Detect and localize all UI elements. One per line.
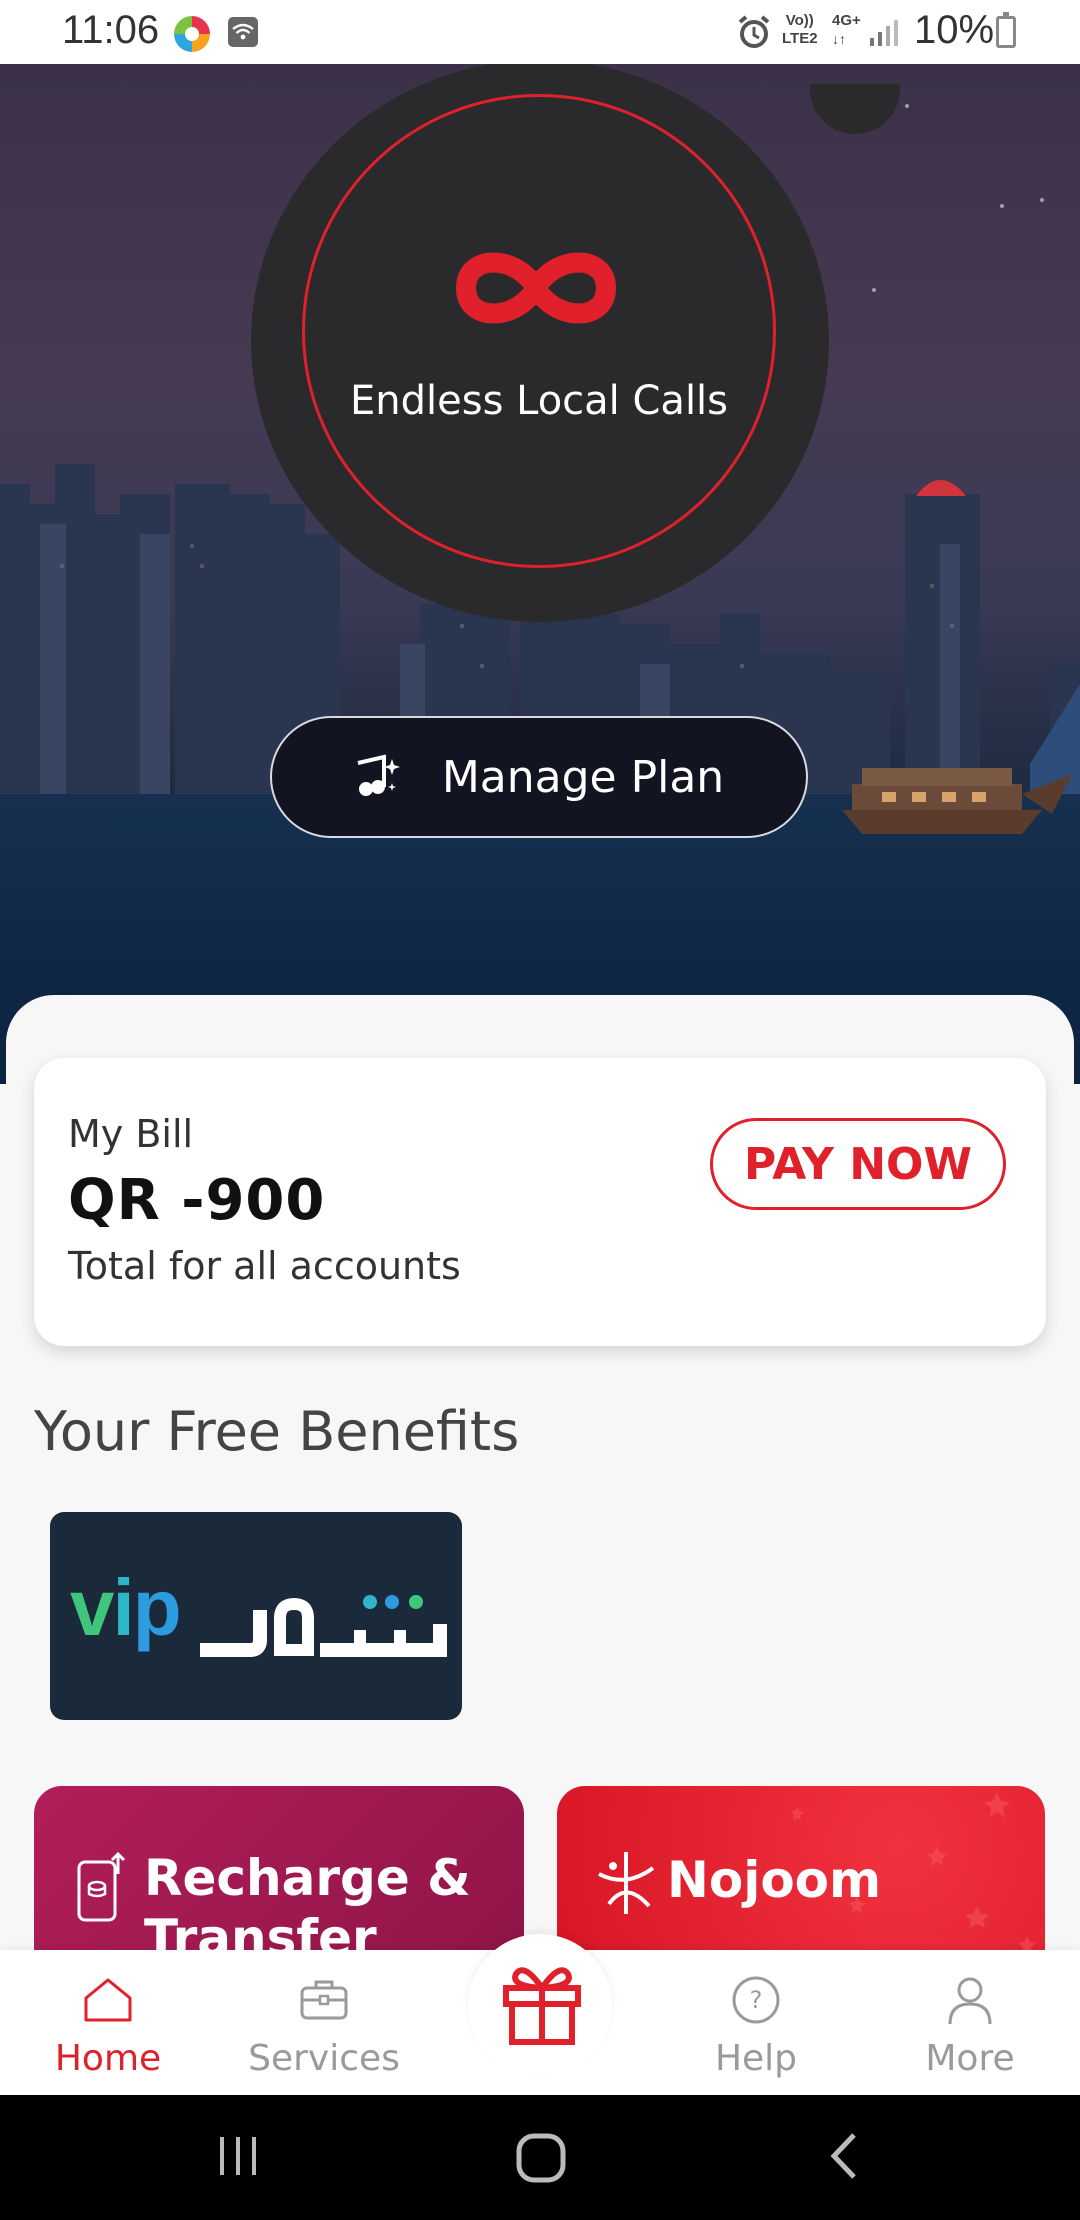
nav-help[interactable]: ? Help <box>656 1950 856 2095</box>
back-icon[interactable] <box>820 2131 870 2181</box>
bill-subtitle: Total for all accounts <box>68 1244 461 1288</box>
shahid-vip-logo: vip <box>70 1563 182 1652</box>
bill-card[interactable]: My Bill QR -900 Total for all accounts P… <box>34 1058 1046 1346</box>
nav-services[interactable]: Services <box>224 1950 424 2095</box>
pay-now-button[interactable]: PAY NOW <box>710 1118 1006 1210</box>
infinity-icon <box>455 252 617 324</box>
status-bar: 11:06 Vo)) LTE2 4G+ ↓↑ 10% <box>0 0 1080 64</box>
home-icon <box>84 1978 132 2022</box>
nojoom-label: Nojoom <box>667 1851 882 1909</box>
nav-help-label: Help <box>714 2038 798 2079</box>
briefcase-icon <box>300 1980 348 2020</box>
nav-services-label: Services <box>248 2038 400 2079</box>
nav-more-label: More <box>925 2038 1015 2079</box>
phone-recharge-icon <box>77 1852 126 1922</box>
boat-illustration <box>842 768 1072 834</box>
network-type-indicator: 4G+ ↓↑ <box>832 12 861 47</box>
plan-name: Endless Local Calls <box>349 378 729 424</box>
nav-home[interactable]: Home <box>8 1950 208 2095</box>
recent-apps-icon[interactable] <box>214 2131 264 2181</box>
home-system-icon[interactable] <box>514 2131 568 2185</box>
nav-home-label: Home <box>54 2038 162 2079</box>
system-nav-bar <box>0 2095 1080 2220</box>
app-screen: 11:06 Vo)) LTE2 4G+ ↓↑ 10% Endless Local… <box>0 0 1080 2220</box>
user-icon <box>948 1977 992 2025</box>
help-icon: ? <box>732 1976 780 2024</box>
music-sparkle-icon <box>354 753 402 801</box>
nav-more[interactable]: More <box>870 1950 1070 2095</box>
app-notification-icon <box>174 16 210 52</box>
plan-hero: Endless Local Calls Manage Plan <box>0 64 1080 1084</box>
signal-icon <box>870 20 898 46</box>
bill-title: My Bill <box>68 1112 194 1156</box>
status-time: 11:06 <box>62 8 160 52</box>
gift-icon[interactable] <box>500 1958 584 2048</box>
benefits-title: Your Free Benefits <box>34 1400 520 1463</box>
manage-plan-label: Manage Plan <box>441 751 725 803</box>
manage-plan-button[interactable]: Manage Plan <box>270 716 808 838</box>
volte-indicator: Vo)) LTE2 <box>782 12 818 47</box>
wifi-notification-icon <box>228 17 258 47</box>
shahid-vip-card[interactable]: vip <box>50 1512 462 1720</box>
nojoom-star-icon <box>598 1852 655 1914</box>
bottom-nav: Home Services ? Help More <box>0 1934 1080 2095</box>
battery-percent: 10% <box>914 8 995 52</box>
alarm-icon <box>738 15 770 48</box>
battery-icon <box>996 12 1016 48</box>
svg-text:?: ? <box>750 1986 763 2014</box>
shahid-wordmark <box>200 1595 447 1657</box>
bill-amount: QR -900 <box>68 1168 326 1233</box>
